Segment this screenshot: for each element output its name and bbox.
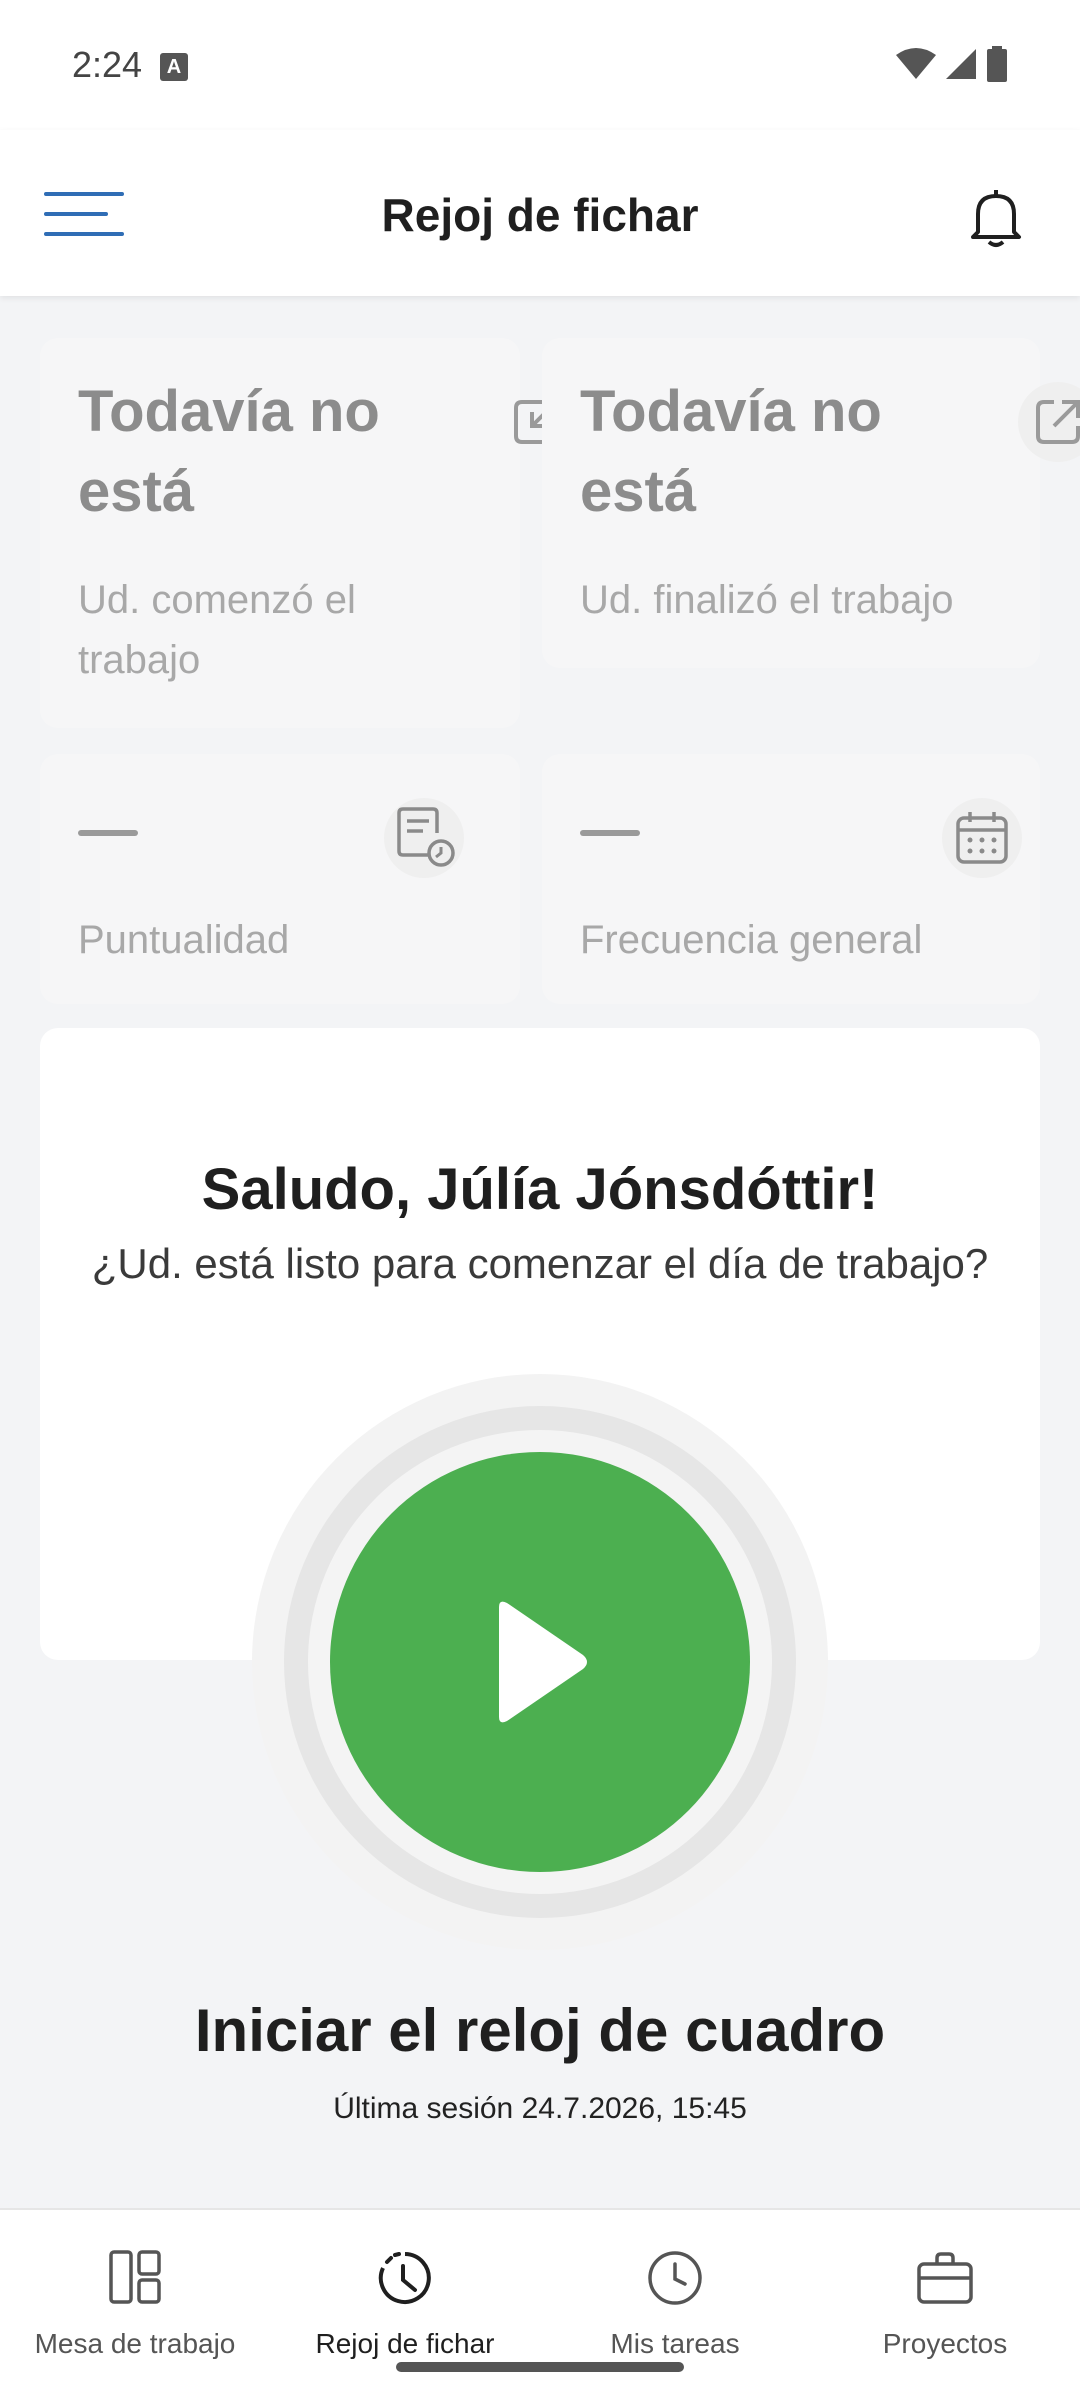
dashboard-icon xyxy=(109,2250,161,2304)
play-icon xyxy=(499,1601,587,1723)
frequency-label: Frecuencia general xyxy=(580,918,923,962)
clock-icon xyxy=(648,2251,702,2305)
status-time: 2:24 xyxy=(72,44,143,85)
battery-icon xyxy=(987,46,1007,82)
start-label: Ud. comenzó el trabajo xyxy=(78,578,356,682)
frequency-card[interactable]: — Frecuencia general xyxy=(542,754,1040,1004)
wifi-icon xyxy=(896,48,936,79)
greeting-title: Saludo, Júlía Jónsdóttir! xyxy=(201,1157,879,1222)
app-bar: Rejoj de fichar xyxy=(0,130,1080,296)
start-clock-button[interactable] xyxy=(330,1452,750,1872)
signal-icon xyxy=(946,49,976,79)
start-status: Todavía no está xyxy=(78,379,380,524)
start-clock-title: Iniciar el reloj de cuadro xyxy=(194,1997,886,2064)
frequency-value: — xyxy=(580,830,640,836)
nav-item-projects[interactable]: Proyectos xyxy=(810,2210,1080,2400)
clock-dashed-icon xyxy=(378,2252,431,2304)
end-work-card[interactable]: Todavía no está Ud. finalizó el trabajo xyxy=(542,338,1080,668)
status-bar: 2:24 A xyxy=(0,0,1080,130)
punctuality-card[interactable]: — Puntualidad xyxy=(40,754,520,1004)
nav-label-time-clock: Rejoj de fichar xyxy=(315,2328,495,2359)
nav-label-projects: Proyectos xyxy=(882,2328,1008,2359)
greeting-subtitle: ¿Ud. está listo para comenzar el día de … xyxy=(91,1240,989,1287)
punctuality-label: Puntualidad xyxy=(78,918,290,962)
last-session: Última sesión 24.7.2026, 15:45 xyxy=(0,2092,1080,2126)
last-session-label: Última sesión xyxy=(333,2092,514,2125)
calendar-icon xyxy=(942,798,1022,878)
bell-icon[interactable] xyxy=(968,188,1024,248)
end-label: Ud. finalizó el trabajo xyxy=(580,578,954,622)
start-work-card[interactable]: Todavía no está Ud. comenzó el trabajo xyxy=(40,338,558,728)
briefcase-icon xyxy=(917,2252,973,2304)
punctuality-value: — xyxy=(78,830,138,836)
page-title: Rejoj de fichar xyxy=(381,189,699,241)
nav-label-tasks: Mis tareas xyxy=(610,2328,740,2359)
last-session-value: 24.7.2026, 15:45 xyxy=(521,2092,747,2125)
end-status: Todavía no está xyxy=(580,379,882,524)
keyboard-notification-icon: A xyxy=(160,53,188,81)
nav-label-dashboard: Mesa de trabajo xyxy=(34,2328,236,2359)
nav-item-dashboard[interactable]: Mesa de trabajo xyxy=(0,2210,270,2400)
home-indicator[interactable] xyxy=(396,2362,684,2372)
report-clock-icon xyxy=(384,798,464,878)
sign-out-icon xyxy=(1018,382,1080,462)
status-icons xyxy=(896,46,1008,82)
